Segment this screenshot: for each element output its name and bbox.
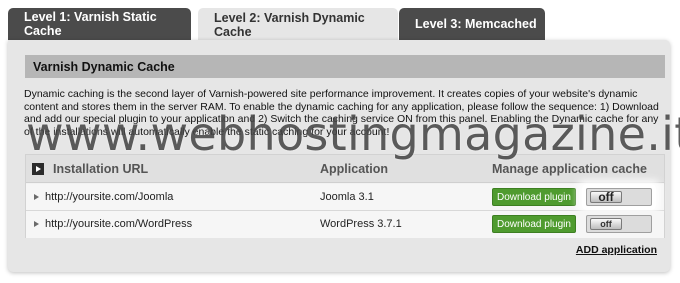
dynamic-cache-panel: Varnish Dynamic Cache Dynamic caching is… bbox=[8, 40, 670, 272]
table-row: http://yoursite.com/Joomla Joomla 3.1 Do… bbox=[26, 184, 664, 211]
toggle-state-label: off bbox=[590, 190, 622, 204]
installation-url: http://yoursite.com/WordPress bbox=[45, 218, 193, 230]
cache-toggle[interactable]: off bbox=[586, 188, 652, 206]
section-description: Dynamic caching is the second layer of V… bbox=[24, 88, 659, 138]
caret-right-icon[interactable] bbox=[34, 221, 39, 227]
tab-level-2-dynamic-cache[interactable]: Level 2: Varnish Dynamic Cache bbox=[198, 8, 398, 42]
download-plugin-button[interactable]: Download plugin bbox=[492, 215, 576, 233]
toggle-state-label: off bbox=[590, 218, 622, 230]
section-title: Varnish Dynamic Cache bbox=[25, 55, 665, 78]
application-name: WordPress 3.7.1 bbox=[320, 218, 402, 230]
expand-all-icon[interactable] bbox=[32, 163, 44, 175]
column-header-application: Application bbox=[320, 162, 389, 176]
tab-level-1-static-cache[interactable]: Level 1: Varnish Static Cache bbox=[8, 8, 191, 40]
installations-table: Installation URL Application Manage appl… bbox=[25, 154, 665, 238]
add-application-link[interactable]: ADD application bbox=[576, 244, 657, 256]
column-header-manage-cache: Manage application cache bbox=[492, 162, 647, 176]
installation-url: http://yoursite.com/Joomla bbox=[45, 191, 174, 203]
table-row: http://yoursite.com/WordPress WordPress … bbox=[26, 211, 664, 238]
cache-toggle[interactable]: off bbox=[586, 215, 652, 233]
table-header-row: Installation URL Application Manage appl… bbox=[26, 155, 664, 183]
application-name: Joomla 3.1 bbox=[320, 191, 374, 203]
caret-right-icon[interactable] bbox=[34, 194, 39, 200]
column-header-installation-url: Installation URL bbox=[53, 162, 149, 176]
download-plugin-button[interactable]: Download plugin bbox=[492, 188, 576, 206]
tab-level-3-memcached[interactable]: Level 3: Memcached bbox=[399, 8, 545, 40]
